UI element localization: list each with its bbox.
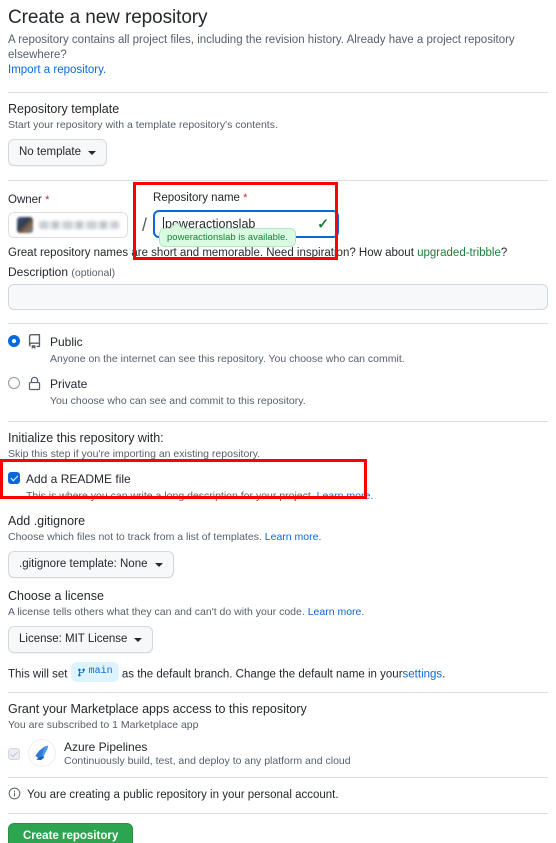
azure-pipelines-icon: [29, 740, 55, 766]
license-title: Choose a license: [8, 589, 104, 603]
gitignore-subtitle-text: Choose which files not to track from a l…: [8, 531, 262, 543]
branch-prefix: This will set: [8, 668, 68, 681]
license-section: Choose a license A license tells others …: [8, 589, 548, 653]
branch-middle: as the default branch. Change the defaul…: [121, 668, 403, 681]
checkbox-azure-pipelines: [8, 748, 20, 760]
lock-icon: [27, 376, 43, 396]
readme-desc: This is where you can write a long descr…: [26, 489, 373, 503]
import-repository-link[interactable]: Import a repository.: [8, 64, 106, 76]
readme-learn-more-link[interactable]: Learn more.: [317, 490, 374, 502]
owner-label-text: Owner: [8, 194, 42, 206]
owner-required-mark: *: [45, 194, 50, 206]
info-icon: [8, 787, 21, 803]
hint-prefix: Great repository names are short and mem…: [8, 247, 418, 259]
suggested-name-link[interactable]: upgraded-tribble: [417, 247, 501, 259]
owner-select-button[interactable]: [8, 212, 128, 238]
visibility-private-desc: You choose who can see and commit to thi…: [50, 395, 306, 407]
repository-template-section: Repository template Start your repositor…: [8, 102, 548, 166]
azure-pipelines-desc: Continuously build, test, and deploy to …: [64, 754, 351, 767]
divider-before-create: [8, 812, 548, 814]
create-repository-button[interactable]: Create repository: [8, 822, 134, 843]
license-subtitle-text: A license tells others what they can and…: [8, 606, 305, 618]
repository-template-subtitle: Start your repository with a template re…: [8, 119, 278, 131]
public-repo-notice: You are creating a public repository in …: [8, 787, 548, 803]
description-optional-text: (optional): [71, 267, 116, 279]
readme-text: Add a README file This is where you can …: [26, 470, 373, 503]
visibility-private-text: Private You choose who can see and commi…: [50, 375, 306, 408]
gitignore-subtitle: Choose which files not to track from a l…: [8, 530, 548, 544]
description-label: Description (optional): [8, 265, 548, 279]
license-select-label: License: MIT License: [19, 633, 128, 645]
license-subtitle: A license tells others what they can and…: [8, 605, 548, 619]
readme-label: Add a README file: [26, 472, 131, 486]
divider-after-description: [8, 323, 548, 324]
avatar: [17, 217, 33, 233]
owner-name-separator: /: [142, 215, 148, 235]
check-icon: ✓: [317, 215, 330, 232]
page-subtitle-text: A repository contains all project files,…: [8, 34, 515, 61]
visibility-public-text: Public Anyone on the internet can see th…: [50, 333, 405, 366]
divider-after-header: [8, 92, 548, 93]
visibility-public-desc: Anyone on the internet can see this repo…: [50, 353, 405, 365]
visibility-public-name: Public: [50, 335, 83, 349]
repository-name-label: Repository name *: [153, 190, 548, 206]
repo-icon: [27, 334, 43, 354]
radio-private[interactable]: [8, 377, 20, 389]
gitignore-select-button[interactable]: .gitignore template: None: [8, 551, 174, 578]
marketplace-app-row[interactable]: Azure Pipelines Continuously build, test…: [8, 740, 548, 767]
checkbox-add-readme[interactable]: [8, 472, 20, 484]
initialize-subtitle: Skip this step if you're importing an ex…: [8, 448, 261, 460]
owner-and-name-row: Owner * / Repository name * poweractions…: [8, 190, 548, 247]
owner-label: Owner *: [8, 192, 136, 208]
marketplace-title: Grant your Marketplace apps access to th…: [8, 701, 307, 716]
repository-name-label-text: Repository name: [153, 192, 240, 204]
chevron-down-icon: [88, 150, 97, 155]
marketplace-section: Grant your Marketplace apps access to th…: [8, 702, 548, 767]
default-branch-badge: main: [70, 662, 119, 682]
divider-after-marketplace: [8, 776, 548, 778]
branch-suffix: .: [442, 668, 446, 681]
license-select-button[interactable]: License: MIT License: [8, 626, 154, 653]
license-learn-more-link[interactable]: Learn more.: [308, 606, 365, 618]
repository-name-required-mark: *: [243, 192, 248, 204]
branch-settings-link[interactable]: settings: [403, 669, 443, 681]
chevron-down-icon: [134, 637, 143, 642]
default-branch-name: main: [88, 666, 113, 677]
repository-name-hint: Great repository names are short and mem…: [8, 245, 548, 261]
gitignore-select-label: .gitignore template: None: [19, 558, 148, 570]
gitignore-title: Add .gitignore: [8, 514, 86, 528]
visibility-private-name: Private: [50, 377, 88, 391]
visibility-option-private[interactable]: Private You choose who can see and commi…: [8, 375, 548, 408]
owner-field: Owner *: [8, 192, 136, 238]
divider-after-branch: [8, 691, 548, 693]
readme-desc-text: This is where you can write a long descr…: [26, 490, 314, 502]
repository-name-field: Repository name * poweractionslab ✓ powe…: [153, 190, 548, 247]
page-title: Create a new repository: [8, 7, 208, 28]
azure-pipelines-text: Azure Pipelines Continuously build, test…: [64, 740, 351, 767]
radio-public[interactable]: [8, 335, 20, 347]
marketplace-subtitle: You are subscribed to 1 Marketplace app: [8, 718, 199, 731]
repository-template-title: Repository template: [8, 102, 120, 116]
owner-name-redacted: [39, 221, 119, 229]
readme-checkbox-row[interactable]: Add a README file This is where you can …: [8, 470, 548, 503]
description-label-text: Description: [8, 265, 69, 279]
create-repository-page: Create a new repository A repository con…: [0, 0, 556, 843]
hint-suffix: ?: [500, 247, 508, 259]
chevron-down-icon: [154, 562, 163, 567]
initialize-title: Initialize this repository with:: [8, 431, 164, 445]
visibility-option-public[interactable]: Public Anyone on the internet can see th…: [8, 333, 548, 366]
availability-tooltip: poweractionslab is available.: [159, 228, 296, 247]
gitignore-section: Add .gitignore Choose which files not to…: [8, 514, 548, 578]
azure-pipelines-name: Azure Pipelines: [64, 739, 148, 754]
divider-after-visibility: [8, 421, 548, 422]
divider-after-template: [8, 180, 548, 181]
public-repo-notice-text: You are creating a public repository in …: [27, 788, 339, 801]
default-branch-notice: This will set main as the default branch…: [8, 662, 548, 684]
template-select-label: No template: [19, 146, 82, 158]
template-select-button[interactable]: No template: [8, 139, 108, 166]
gitignore-learn-more-link[interactable]: Learn more.: [265, 531, 322, 543]
description-input[interactable]: [8, 284, 548, 310]
page-subtitle: A repository contains all project files,…: [8, 33, 548, 78]
branch-icon: [77, 668, 85, 676]
